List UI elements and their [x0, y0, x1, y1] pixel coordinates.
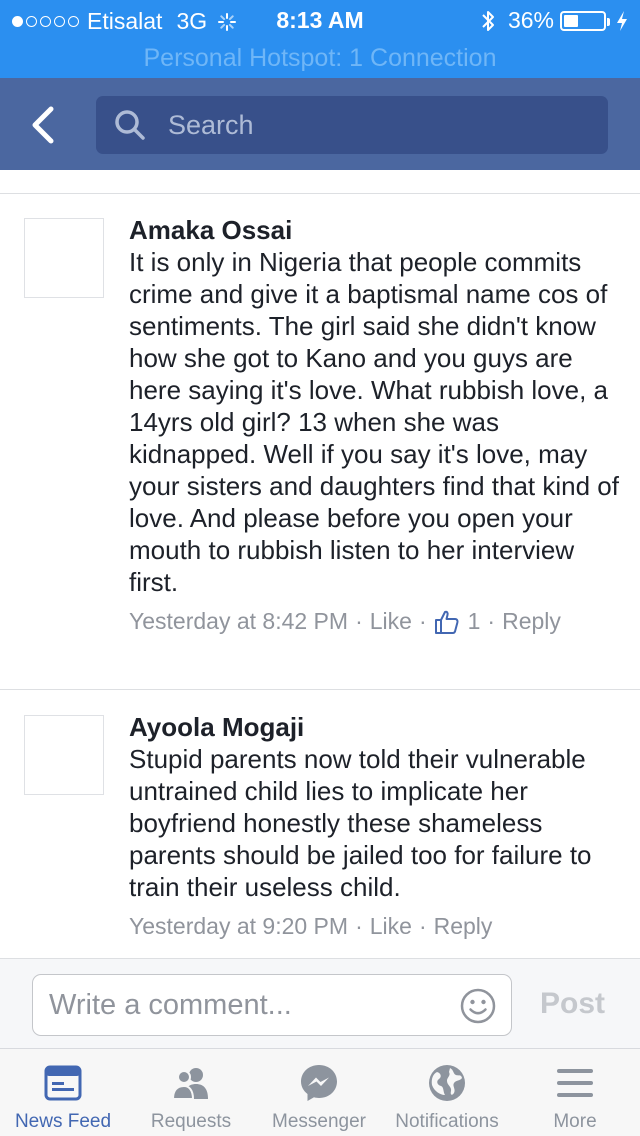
search-bar[interactable]	[96, 96, 608, 154]
comment-input-box[interactable]	[32, 974, 512, 1036]
tab-messenger[interactable]: Messenger	[256, 1049, 382, 1136]
comment-meta: Yesterday at 8:42 PM · Like · 1 · Reply	[129, 608, 619, 635]
comment-text: It is only in Nigeria that people commit…	[129, 247, 619, 597]
hamburger-menu-icon	[557, 1069, 593, 1097]
search-input[interactable]	[168, 109, 588, 141]
bottom-tab-bar: News Feed Requests Messenger Notificatio…	[0, 1048, 640, 1136]
divider	[0, 193, 640, 194]
comment-body: Ayoola Mogaji Stupid parents now told th…	[129, 711, 619, 940]
tab-label: Notifications	[395, 1111, 499, 1132]
avatar[interactable]	[24, 218, 104, 298]
comment-body: Amaka Ossai It is only in Nigeria that p…	[129, 214, 619, 635]
comment-composer: Post	[0, 958, 640, 1048]
thumbs-up-icon[interactable]	[434, 609, 460, 635]
meta-separator: ·	[418, 913, 427, 939]
news-feed-icon	[44, 1065, 82, 1101]
search-icon	[115, 110, 145, 140]
comment-author[interactable]: Amaka Ossai	[129, 214, 619, 246]
tab-label: Messenger	[272, 1111, 366, 1132]
like-link[interactable]: Like	[370, 608, 412, 635]
meta-separator: ·	[487, 608, 496, 634]
back-button[interactable]	[18, 100, 68, 150]
tab-news-feed[interactable]: News Feed	[0, 1049, 126, 1136]
tab-more[interactable]: More	[512, 1049, 638, 1136]
like-link[interactable]: Like	[370, 913, 412, 940]
tab-label: News Feed	[14, 1111, 112, 1132]
reply-link[interactable]: Reply	[502, 608, 561, 635]
personal-hotspot-banner[interactable]: Personal Hotspot: 1 Connection	[0, 40, 640, 78]
meta-separator: ·	[355, 913, 363, 939]
status-bar: Etisalat 3G 8:13 AM 36%	[0, 0, 640, 40]
comment-timestamp[interactable]: Yesterday at 8:42 PM	[129, 608, 348, 635]
tab-notifications[interactable]: Notifications	[384, 1049, 510, 1136]
reply-link[interactable]: Reply	[434, 913, 493, 940]
bluetooth-icon	[482, 10, 494, 31]
meta-separator: ·	[418, 608, 427, 634]
battery-icon	[560, 10, 610, 31]
comment-author[interactable]: Ayoola Mogaji	[129, 711, 619, 743]
comment-timestamp[interactable]: Yesterday at 9:20 PM	[129, 913, 348, 940]
comment-input[interactable]	[49, 988, 439, 1022]
comment-meta: Yesterday at 9:20 PM · Like · Reply	[129, 913, 619, 940]
divider	[0, 689, 640, 690]
chevron-left-icon	[32, 106, 54, 144]
friend-requests-icon	[171, 1068, 208, 1100]
messenger-icon	[301, 1065, 337, 1101]
post-button[interactable]: Post	[540, 987, 605, 1021]
tab-label: More	[553, 1111, 597, 1132]
navigation-header	[0, 78, 640, 170]
charging-bolt-icon	[617, 10, 627, 31]
tab-requests[interactable]: Requests	[128, 1049, 254, 1136]
status-right: 36%	[480, 7, 628, 34]
battery-percent: 36%	[507, 7, 554, 33]
globe-icon	[429, 1065, 465, 1101]
comments-list[interactable]: Amaka Ossai It is only in Nigeria that p…	[0, 170, 640, 958]
tab-label: Requests	[150, 1111, 232, 1132]
comment-text: Stupid parents now told their vulnerable…	[129, 744, 592, 902]
avatar[interactable]	[24, 715, 104, 795]
emoji-smiley-icon[interactable]	[459, 987, 497, 1025]
like-count[interactable]: 1	[468, 608, 481, 635]
meta-separator: ·	[355, 608, 363, 634]
